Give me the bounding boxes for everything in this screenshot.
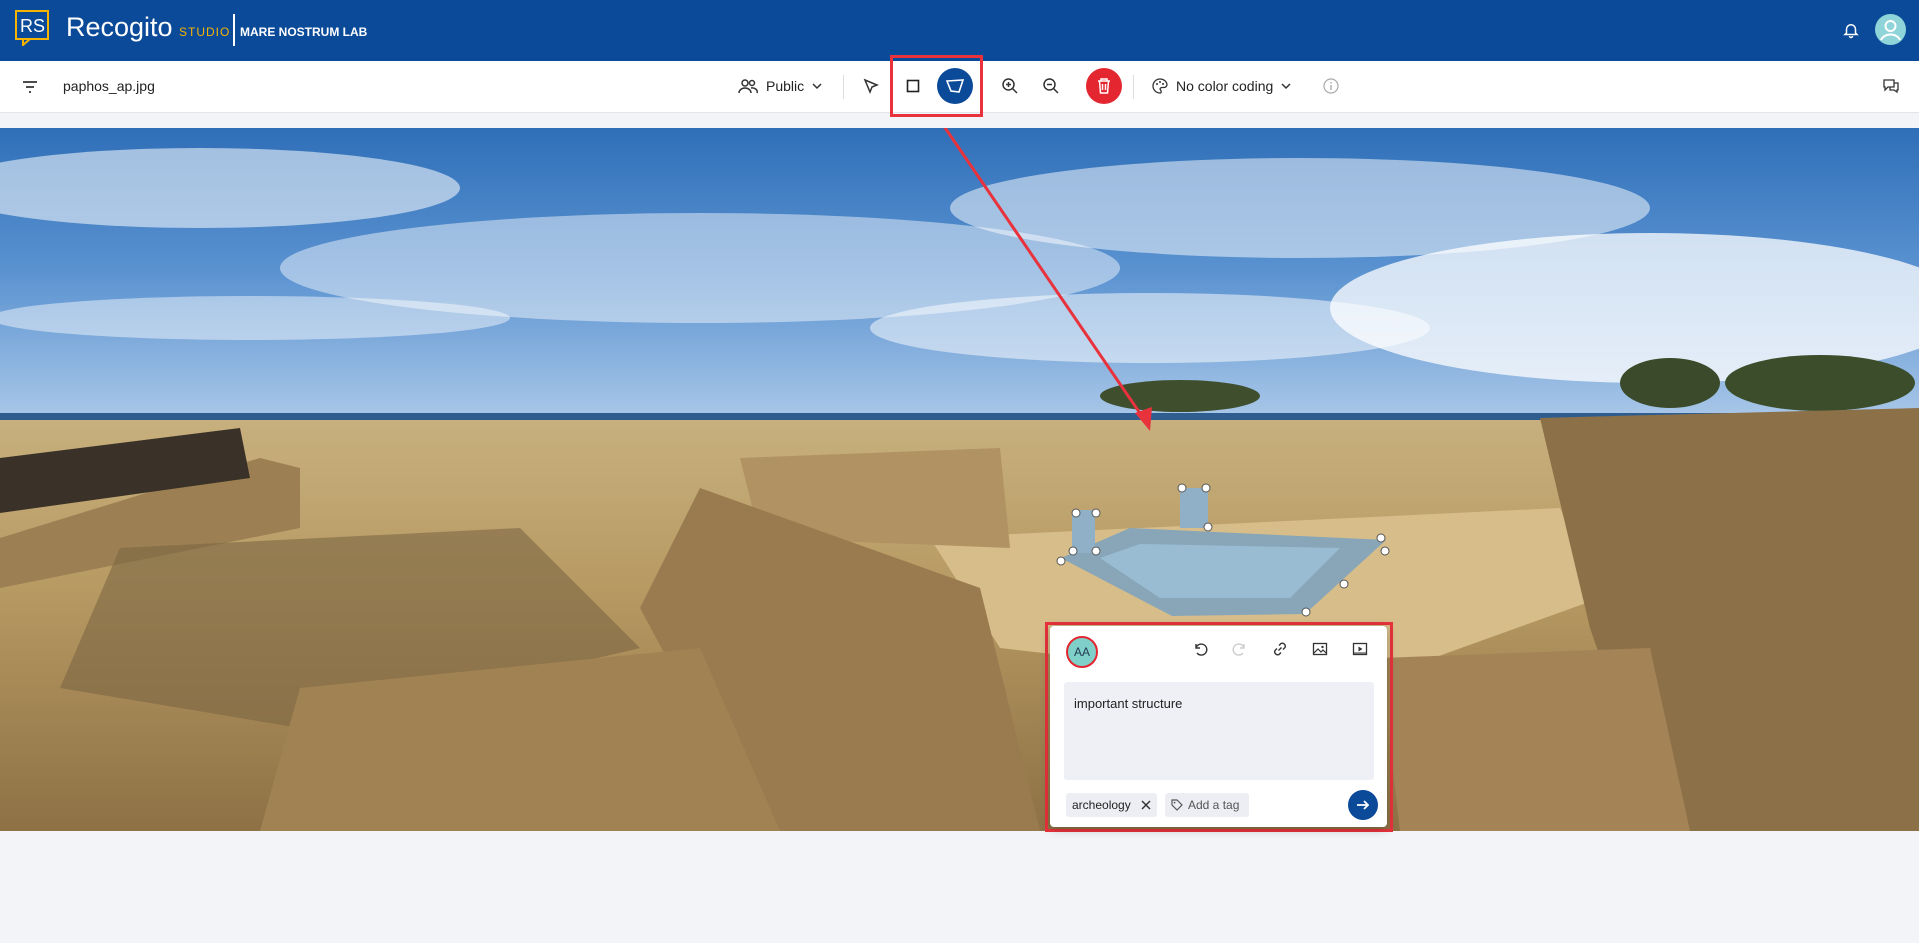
- user-avatar[interactable]: [1875, 14, 1906, 45]
- redo-button[interactable]: [1229, 638, 1251, 660]
- annotator-avatar: AA: [1066, 636, 1098, 668]
- redo-icon: [1232, 643, 1245, 656]
- info-button[interactable]: [1316, 71, 1346, 101]
- palette-icon: [1152, 78, 1168, 94]
- color-coding-dropdown[interactable]: No color coding: [1152, 71, 1291, 101]
- remove-tag-icon[interactable]: [1141, 800, 1151, 810]
- comments-icon: [1883, 79, 1899, 94]
- pointer-icon: [863, 78, 879, 94]
- notifications-bell-icon[interactable]: [1842, 21, 1860, 39]
- select-tool-button[interactable]: [856, 71, 886, 101]
- tag-icon: [1171, 799, 1183, 811]
- annotated-image[interactable]: [0, 128, 1919, 831]
- chevron-down-icon: [1281, 83, 1291, 90]
- tag-chip[interactable]: archeology: [1066, 793, 1157, 817]
- comment-text[interactable]: important structure: [1074, 696, 1182, 711]
- users-icon: [738, 79, 758, 94]
- zoom-out-button[interactable]: [1036, 71, 1066, 101]
- submit-annotation-button[interactable]: [1348, 790, 1378, 820]
- org-name[interactable]: MARE NOSTRUM LAB: [240, 25, 367, 39]
- zoom-out-icon: [1043, 78, 1059, 94]
- zoom-in-icon: [1002, 78, 1018, 94]
- delete-button[interactable]: [1086, 68, 1122, 104]
- video-icon: [1352, 642, 1368, 656]
- link-icon: [1274, 642, 1286, 656]
- tool-highlight-box: [890, 55, 983, 117]
- privacy-label: Public: [766, 78, 805, 94]
- recogito-logo[interactable]: RS: [15, 10, 55, 46]
- color-coding-label: No color coding: [1176, 78, 1274, 94]
- logo-letters: RS: [20, 16, 45, 36]
- undo-icon: [1195, 643, 1208, 656]
- tag-label: archeology: [1072, 798, 1131, 812]
- panorama-image: [0, 128, 1919, 831]
- info-icon: [1323, 78, 1339, 94]
- image-icon: [1312, 642, 1328, 656]
- video-button[interactable]: [1349, 638, 1371, 660]
- comment-editor[interactable]: important structure: [1064, 682, 1374, 780]
- comments-panel-button[interactable]: [1876, 71, 1906, 101]
- privacy-dropdown[interactable]: Public: [738, 71, 822, 101]
- user-avatar-icon: [1880, 20, 1901, 41]
- toolbar-divider: [843, 75, 844, 99]
- chevron-down-icon: [812, 83, 822, 90]
- link-button[interactable]: [1269, 638, 1291, 660]
- arrow-right-icon: [1357, 800, 1370, 810]
- app-suffix: STUDIO: [179, 25, 231, 39]
- trash-icon: [1098, 78, 1110, 94]
- undo-button[interactable]: [1189, 638, 1211, 660]
- add-tag-placeholder: Add a tag: [1188, 798, 1240, 812]
- annotation-popup: AA important structure archeology Add a …: [1050, 626, 1387, 827]
- filename: paphos_ap.jpg: [63, 78, 155, 94]
- image-button[interactable]: [1309, 638, 1331, 660]
- filter-icon[interactable]: [21, 78, 39, 96]
- top-header: RS Recogito STUDIO MARE NOSTRUM LAB: [0, 0, 1919, 61]
- app-name: Recogito: [66, 12, 173, 42]
- add-tag-input[interactable]: Add a tag: [1165, 793, 1249, 817]
- toolbar-divider: [1133, 75, 1134, 99]
- zoom-in-button[interactable]: [995, 71, 1025, 101]
- header-divider: [233, 14, 235, 46]
